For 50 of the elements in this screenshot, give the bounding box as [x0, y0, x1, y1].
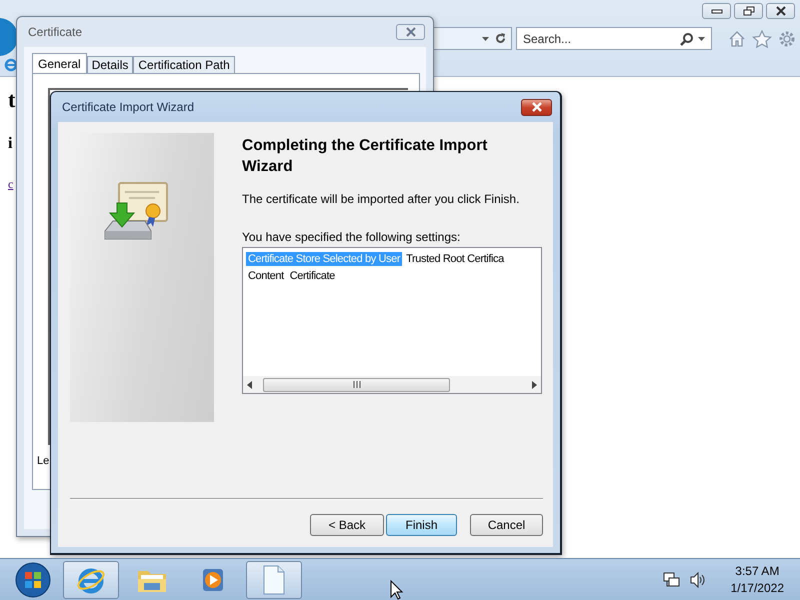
dropdown-icon [698, 37, 705, 41]
dialog-button[interactable]: Finish [386, 514, 457, 536]
search-field[interactable]: Search... [516, 27, 712, 50]
volume-icon[interactable] [688, 570, 707, 588]
panel-text: Le [37, 455, 50, 467]
clock-date: 1/17/2022 [730, 580, 784, 596]
description-text: The certificate will be imported after you click Finish. [242, 192, 520, 206]
setting-name[interactable]: Content [246, 268, 286, 282]
taskbar-button[interactable] [246, 560, 302, 598]
dialog-button[interactable]: < Back [310, 514, 384, 536]
settings-icon[interactable] [778, 30, 796, 48]
star-icon[interactable] [752, 30, 772, 48]
page-text: i [8, 135, 12, 153]
media-player-icon [200, 566, 226, 592]
document-icon [262, 564, 286, 594]
left-arrow-icon[interactable] [247, 380, 253, 388]
tab[interactable]: Details [86, 56, 134, 73]
browser-icon [4, 58, 18, 72]
close-icon [530, 102, 542, 112]
home-icon[interactable] [728, 30, 746, 48]
close-button[interactable] [521, 98, 552, 116]
scroll-thumb[interactable] [263, 378, 450, 392]
dialog-button[interactable]: Cancel [470, 514, 543, 536]
page-heading: t [8, 87, 16, 113]
setting-value: Trusted Root Certifica [406, 252, 504, 264]
restore-button[interactable] [734, 3, 763, 19]
right-arrow-icon[interactable] [531, 380, 537, 388]
settings-label: You have specified the following settings: [242, 230, 462, 244]
restore-icon [742, 6, 754, 16]
tab[interactable]: Certification Path [133, 56, 235, 73]
wizard-heading: Completing the Certificate Import Wizard [242, 136, 488, 177]
network-icon[interactable] [662, 570, 681, 588]
taskbar-button[interactable] [63, 560, 119, 598]
setting-value: Certificate [290, 270, 335, 282]
search-icon [680, 32, 694, 46]
minimize-icon [710, 8, 722, 14]
refresh-icon[interactable] [495, 33, 506, 44]
minimize-button[interactable] [702, 3, 731, 19]
tab[interactable]: General [32, 53, 87, 73]
close-icon [774, 6, 786, 16]
horizontal-scrollbar[interactable] [243, 376, 541, 393]
page-link[interactable]: c [8, 177, 14, 192]
close-button[interactable] [766, 3, 795, 19]
clock[interactable]: 3:57 AM 1/17/2022 [730, 562, 784, 596]
window-title: Certificate [28, 25, 82, 39]
dropdown-icon [482, 36, 489, 40]
close-icon [404, 27, 416, 37]
clock-time: 3:57 AM [735, 562, 780, 580]
pointer-icon [390, 580, 403, 600]
window-title: Certificate Import Wizard [62, 100, 194, 114]
